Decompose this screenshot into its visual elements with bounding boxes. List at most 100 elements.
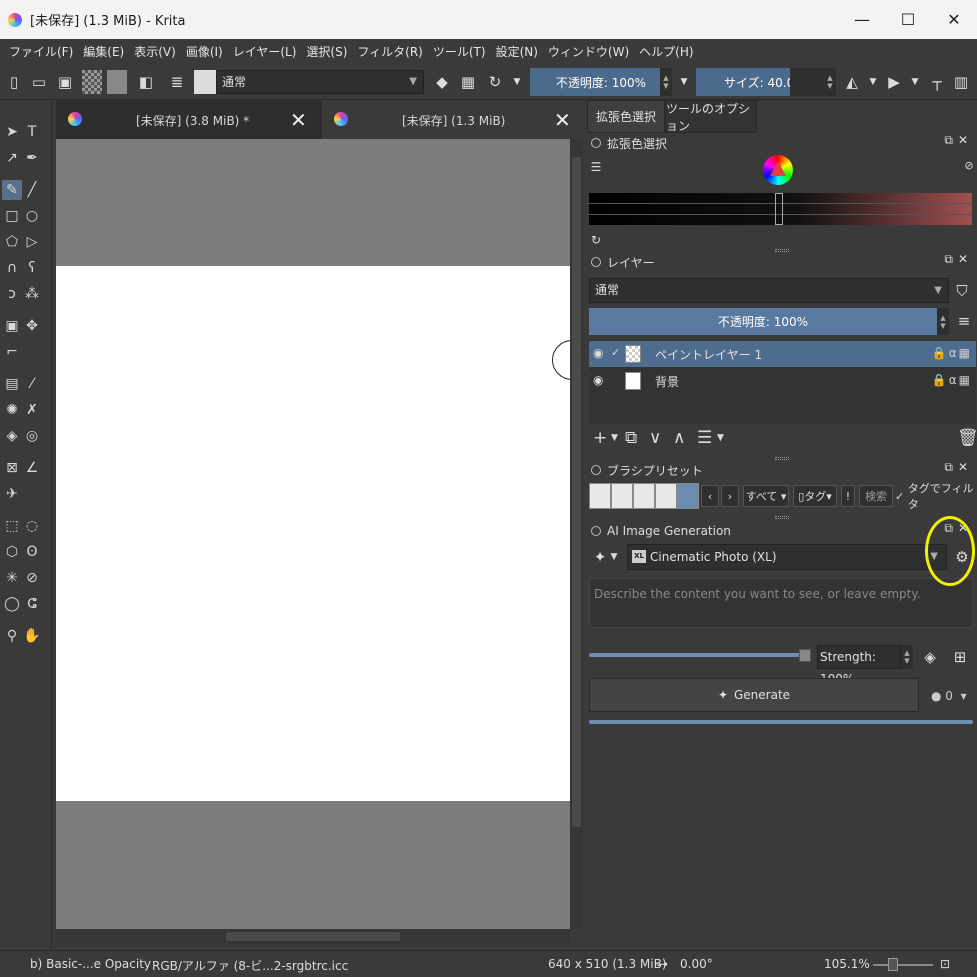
smart-patch-icon[interactable]: ✺	[2, 400, 22, 420]
layer-blend-select[interactable]: 通常 ▼	[589, 278, 949, 303]
duplicate-layer-icon[interactable]: ⧉	[625, 428, 637, 448]
lock-alpha-icons[interactable]: 🔒α▦	[932, 346, 972, 360]
menu-help[interactable]: ヘルプ(H)	[634, 43, 698, 60]
brush-preset-thumb[interactable]	[589, 483, 611, 509]
reload-preset-icon[interactable]: ↻	[484, 71, 506, 93]
reference-images-icon[interactable]: ✈	[2, 484, 22, 504]
maximize-button[interactable]: ☐	[885, 0, 931, 39]
ellipse-tool-icon[interactable]: ○	[22, 206, 42, 226]
menu-filter[interactable]: フィルタ(R)	[352, 43, 427, 60]
freehand-path-icon[interactable]: ʕ	[22, 258, 42, 278]
menu-layer[interactable]: レイヤー(L)	[228, 43, 302, 60]
opacity-spin[interactable]: ▲ ▼	[660, 68, 672, 96]
move-up-icon[interactable]: ∧	[673, 428, 685, 448]
float-close-icon[interactable]: ⧉✕	[944, 252, 973, 267]
opacity-slider[interactable]: 不透明度: 100%	[530, 68, 672, 96]
close-window-button[interactable]: ✕	[931, 0, 977, 39]
opacity-dropdown-icon[interactable]: ▼	[678, 71, 690, 93]
add-dropdown-icon[interactable]: ▼	[611, 433, 618, 443]
open-folder-icon[interactable]: ▭	[30, 71, 48, 93]
menu-image[interactable]: 画像(I)	[181, 43, 228, 60]
layer-row[interactable]: ◉ 背景 🔒α▦	[589, 368, 976, 394]
edit-shapes-icon[interactable]: ↗	[2, 148, 22, 168]
mirror-v-dropdown-icon[interactable]: ▼	[910, 71, 920, 93]
mirror-h-dropdown-icon[interactable]: ▼	[868, 71, 878, 93]
crop-tool-icon[interactable]: ⌐	[2, 342, 22, 362]
freehand-brush-icon[interactable]: ✎	[2, 180, 22, 200]
layer-menu-icon[interactable]: ≡	[955, 310, 973, 332]
zoom-slider[interactable]	[873, 964, 933, 966]
wrap-around-icon[interactable]: ┬	[928, 71, 946, 93]
size-slider[interactable]: サイズ: 40.00 px	[696, 68, 834, 96]
vertical-scrollbar[interactable]	[570, 139, 583, 929]
save-icon[interactable]: ▣	[56, 71, 74, 93]
workspace-icon[interactable]: ▥	[952, 71, 970, 93]
layer-row[interactable]: ◉ ✓ ペイントレイヤー 1 🔒α▦	[589, 341, 976, 367]
scroll-thumb[interactable]	[226, 932, 400, 941]
brush-preset-thumb[interactable]	[633, 483, 655, 509]
brush-preset-icon[interactable]	[194, 70, 216, 94]
eraser-icon[interactable]: ◆	[432, 71, 452, 93]
rotation-icon[interactable]: ⊶	[656, 957, 668, 971]
pan-tool-icon[interactable]: ✋	[22, 626, 42, 646]
brush-preset-thumb[interactable]	[677, 483, 699, 509]
add-layer-icon[interactable]: +	[593, 428, 607, 448]
lock-alpha-icons[interactable]: 🔒α▦	[932, 373, 972, 387]
close-tab-icon[interactable]: ✕	[290, 108, 307, 132]
canvas-only-icon[interactable]: ⊡	[940, 957, 950, 971]
zoom-knob[interactable]	[888, 958, 898, 971]
color-picker-icon[interactable]: ⁄	[22, 374, 42, 394]
float-close-icon[interactable]: ⧉✕	[944, 133, 973, 148]
contiguous-select-icon[interactable]: ✳	[2, 568, 22, 588]
layer-checkbox[interactable]: ✓	[611, 346, 620, 359]
reset-icon[interactable]: ⊘	[963, 154, 975, 176]
foreground-background-color-icon[interactable]: ◧	[136, 71, 156, 93]
tab-document-2[interactable]: [未保存] (1.3 MiB) ✕	[322, 100, 580, 139]
info-icon[interactable]: !	[841, 485, 855, 507]
strength-spin[interactable]: ▲ ▼	[901, 645, 913, 669]
color-gradient-strip[interactable]	[589, 193, 972, 225]
brush-settings-icon[interactable]: ≣	[168, 71, 186, 93]
brush-preset-thumb[interactable]	[655, 483, 677, 509]
panel-grip[interactable]	[775, 516, 789, 519]
settings-list-icon[interactable]: ☰	[589, 156, 603, 178]
polyline-tool-icon[interactable]: ▷	[22, 232, 42, 252]
tab-advanced-color[interactable]: 拡張色選択	[587, 100, 665, 133]
refresh-icon[interactable]: ↻	[589, 229, 603, 251]
layer-opacity-spin[interactable]: ▲ ▼	[937, 308, 949, 335]
float-close-icon[interactable]: ⧉✕	[944, 460, 973, 475]
freehand-select-icon[interactable]: ʘ	[22, 542, 42, 562]
gradient-tool-icon[interactable]: ▤	[2, 374, 22, 394]
size-spin[interactable]: ▲ ▼	[824, 68, 836, 96]
delete-layer-icon[interactable]: 🗑	[957, 428, 977, 448]
pattern-preset-icon[interactable]	[107, 70, 127, 94]
tag-button[interactable]: ▯ タグ ▾	[793, 485, 837, 507]
assistant-tool-icon[interactable]: ⊠	[2, 458, 22, 478]
chevron-left-icon[interactable]: ‹	[701, 485, 719, 507]
menu-select[interactable]: 選択(S)	[301, 43, 352, 60]
eye-icon[interactable]: ◉	[593, 373, 603, 387]
move-down-icon[interactable]: ∨	[649, 428, 661, 448]
enclose-fill-icon[interactable]: ◎	[22, 426, 42, 446]
layer-properties-icon[interactable]: ☰	[697, 428, 712, 448]
calligraphy-icon[interactable]: ✒	[22, 148, 42, 168]
strength-knob[interactable]	[799, 649, 811, 662]
menu-file[interactable]: ファイル(F)	[4, 43, 78, 60]
tab-tool-options[interactable]: ツールのオプション	[665, 100, 757, 133]
menu-window[interactable]: ウィンドウ(W)	[543, 43, 634, 60]
filter-icon[interactable]: ⛉	[953, 280, 971, 302]
tab-document-1[interactable]: [未保存] (3.8 MiB) * ✕	[56, 100, 318, 139]
zoom-tool-icon[interactable]: ⚲	[2, 626, 22, 646]
layers-stack-icon[interactable]: ◈	[919, 646, 941, 668]
mirror-horizontal-icon[interactable]: ◭	[842, 71, 862, 93]
blend-mode-select[interactable]: 通常 ▼	[216, 70, 424, 94]
tag-filter-checkbox[interactable]: ✓ タグでフィルタ	[895, 482, 975, 511]
polygon-tool-icon[interactable]: ⬠	[2, 232, 22, 252]
dynamic-brush-icon[interactable]: ɔ	[2, 284, 22, 304]
magic-wand-icon[interactable]: ✦	[591, 546, 609, 568]
measure-tool-icon[interactable]: ∠	[22, 458, 42, 478]
rect-select-icon[interactable]: ⬚	[2, 516, 22, 536]
line-tool-icon[interactable]: ╱	[22, 180, 42, 200]
color-triangle[interactable]	[770, 161, 786, 176]
minimize-button[interactable]: —	[839, 0, 885, 39]
